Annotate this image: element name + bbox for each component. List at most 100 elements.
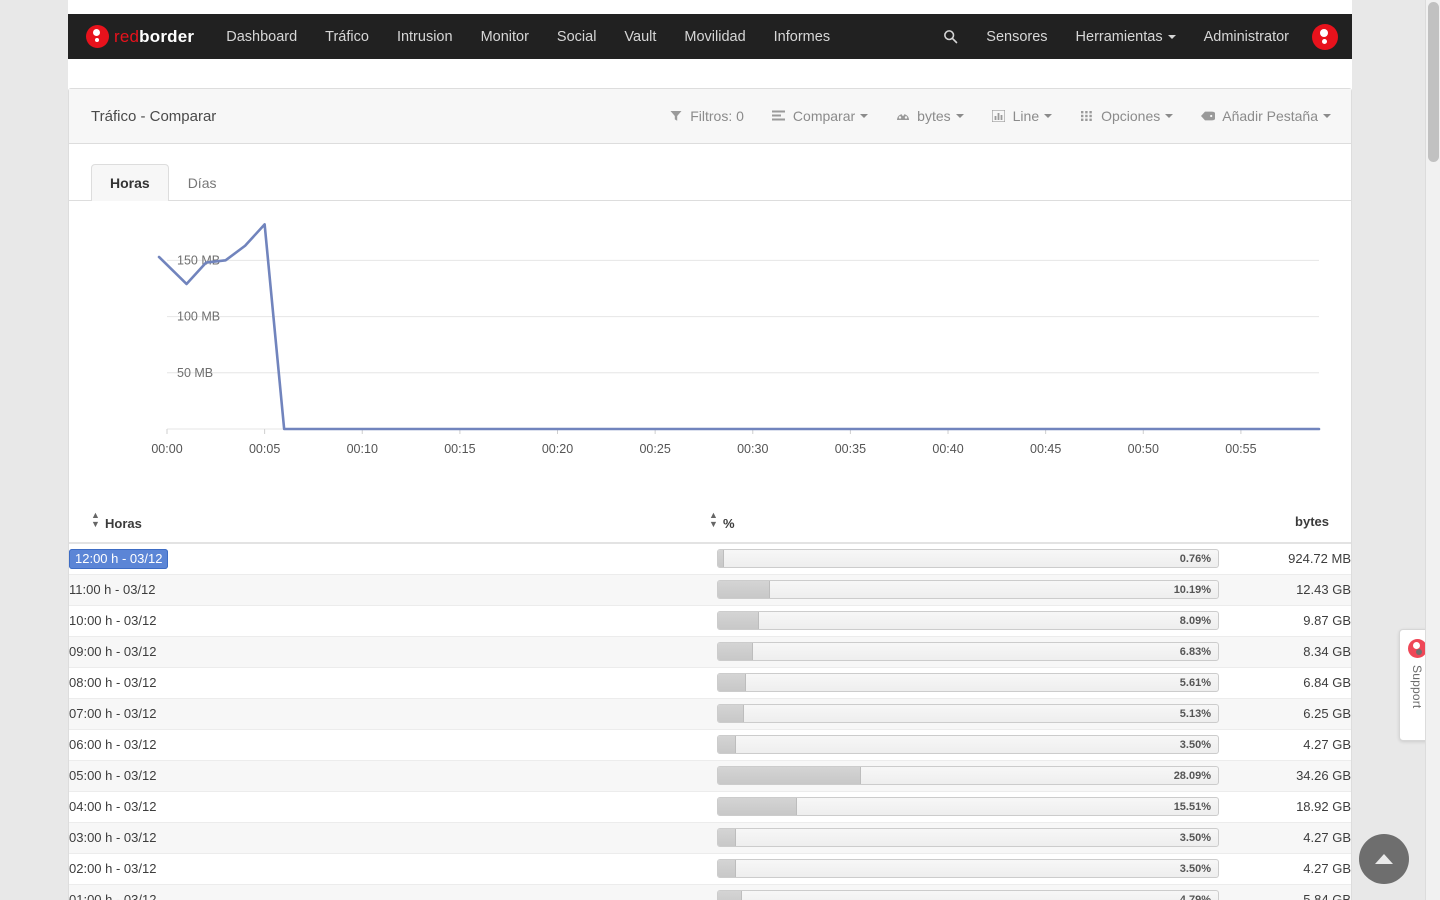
percent-bar-fill xyxy=(718,829,736,846)
percent-bar: 6.83% xyxy=(717,642,1219,661)
table-row[interactable]: 01:00 h - 03/12 4.79% 5.84 GB xyxy=(69,884,1351,900)
percent-bar: 15.51% xyxy=(717,797,1219,816)
filters-label: Filtros: 0 xyxy=(690,108,744,124)
nav-item-herramientas[interactable]: Herramientas xyxy=(1062,17,1190,57)
row-bytes-cell: 9.87 GB xyxy=(1219,605,1351,637)
table-row[interactable]: 09:00 h - 03/12 6.83% 8.34 GB xyxy=(69,636,1351,668)
column-header-horas-label: Horas xyxy=(105,516,142,531)
row-label-cell: 06:00 h - 03/12 xyxy=(69,729,709,761)
sort-icon: ▲ ▼ xyxy=(709,510,718,529)
row-label[interactable]: 11:00 h - 03/12 xyxy=(69,582,156,597)
row-label[interactable]: 01:00 h - 03/12 xyxy=(69,892,156,900)
table-row[interactable]: 02:00 h - 03/12 3.50% 4.27 GB xyxy=(69,853,1351,885)
row-label-cell: 05:00 h - 03/12 xyxy=(69,760,709,792)
chart-type-button[interactable]: Line xyxy=(992,108,1053,124)
x-axis-tick-label: 00:55 xyxy=(1225,442,1256,456)
nav-item-sensores[interactable]: Sensores xyxy=(972,17,1061,57)
filters-button[interactable]: Filtros: 0 xyxy=(669,108,744,124)
nav-item-social[interactable]: Social xyxy=(543,17,611,57)
chevron-down-icon xyxy=(1323,114,1331,118)
percent-bar-fill xyxy=(718,674,747,691)
row-label[interactable]: 02:00 h - 03/12 xyxy=(69,861,156,876)
page-scrollbar[interactable] xyxy=(1425,0,1440,900)
opciones-button[interactable]: Opciones xyxy=(1080,108,1174,124)
x-axis-tick-label: 00:35 xyxy=(835,442,866,456)
filter-icon xyxy=(669,109,683,123)
percent-bar: 5.61% xyxy=(717,673,1219,692)
grid-icon xyxy=(1080,109,1094,123)
row-label-cell: 10:00 h - 03/12 xyxy=(69,605,709,637)
nav-item-dashboard[interactable]: Dashboard xyxy=(212,17,311,57)
percent-bar: 28.09% xyxy=(717,766,1219,785)
x-axis-tick-label: 00:50 xyxy=(1128,442,1159,456)
x-axis-tick-label: 00:25 xyxy=(639,442,670,456)
nav-item-vault[interactable]: Vault xyxy=(610,17,670,57)
avatar[interactable] xyxy=(1312,23,1338,50)
scrollbar-thumb[interactable] xyxy=(1428,2,1439,162)
percent-bar: 10.19% xyxy=(717,580,1219,599)
row-label[interactable]: 05:00 h - 03/12 xyxy=(69,768,156,783)
triangle-up-icon xyxy=(1375,854,1393,864)
comparar-label: Comparar xyxy=(792,108,856,124)
percent-bar: 3.50% xyxy=(717,859,1219,878)
table-row[interactable]: 08:00 h - 03/12 5.61% 6.84 GB xyxy=(69,667,1351,699)
brand-name-red: red xyxy=(114,26,140,46)
table-row[interactable]: 12:00 h - 03/12 0.76% 924.72 MB xyxy=(69,543,1351,575)
row-percent-cell: 3.50% xyxy=(709,729,1219,761)
row-label[interactable]: 08:00 h - 03/12 xyxy=(69,675,156,690)
nav-item-monitor[interactable]: Monitor xyxy=(467,17,543,57)
period-tabs: Horas Días xyxy=(69,144,1351,201)
table-row[interactable]: 10:00 h - 03/12 8.09% 9.87 GB xyxy=(69,605,1351,637)
nav-item-movilidad[interactable]: Movilidad xyxy=(670,17,759,57)
row-label[interactable]: 03:00 h - 03/12 xyxy=(69,830,156,845)
row-bytes-cell: 4.27 GB xyxy=(1219,729,1351,761)
scroll-to-top-button[interactable] xyxy=(1359,834,1409,884)
column-header-horas[interactable]: ▲ ▼ Horas xyxy=(69,501,709,544)
row-label-selected[interactable]: 12:00 h - 03/12 xyxy=(69,548,169,569)
percent-value: 6.83% xyxy=(1179,646,1211,658)
nav-item-informes[interactable]: Informes xyxy=(760,17,844,57)
y-axis-tick-label: 150 MB xyxy=(177,253,220,267)
tab-horas[interactable]: Horas xyxy=(91,164,169,201)
tab-dias[interactable]: Días xyxy=(169,164,236,201)
table-row[interactable]: 07:00 h - 03/12 5.13% 6.25 GB xyxy=(69,698,1351,730)
table-row[interactable]: 04:00 h - 03/12 15.51% 18.92 GB xyxy=(69,791,1351,823)
percent-value: 3.50% xyxy=(1179,863,1211,875)
y-axis-tick-label: 50 MB xyxy=(177,366,213,380)
row-label-cell: 09:00 h - 03/12 xyxy=(69,636,709,668)
nav-item-administrator[interactable]: Administrator xyxy=(1190,17,1303,57)
units-label: bytes xyxy=(917,108,951,124)
column-header-percent[interactable]: ▲ ▼% xyxy=(709,501,1219,544)
nav-item-trafico[interactable]: Tráfico xyxy=(311,17,383,57)
row-label[interactable]: 06:00 h - 03/12 xyxy=(69,737,156,752)
traffic-line-chart[interactable]: 50 MB 100 MB 150 MB 00:00 00:05 00:10 00:15 00:… xyxy=(69,201,1351,501)
table-row[interactable]: 05:00 h - 03/12 28.09% 34.26 GB xyxy=(69,760,1351,792)
x-axis-tick-label: 00:40 xyxy=(932,442,963,456)
row-label[interactable]: 04:00 h - 03/12 xyxy=(69,799,156,814)
row-label-cell: 02:00 h - 03/12 xyxy=(69,853,709,885)
page-title: Tráfico - Comparar xyxy=(91,107,217,125)
row-percent-cell: 5.13% xyxy=(709,698,1219,730)
row-percent-cell: 28.09% xyxy=(709,760,1219,792)
nav-item-intrusion[interactable]: Intrusion xyxy=(383,17,467,57)
percent-bar-fill xyxy=(718,736,736,753)
search-icon[interactable] xyxy=(929,17,972,56)
row-label-cell: 07:00 h - 03/12 xyxy=(69,698,709,730)
row-bytes-cell: 4.27 GB xyxy=(1219,853,1351,885)
table-row[interactable]: 06:00 h - 03/12 3.50% 4.27 GB xyxy=(69,729,1351,761)
row-label[interactable]: 09:00 h - 03/12 xyxy=(69,644,156,659)
row-label[interactable]: 10:00 h - 03/12 xyxy=(69,613,156,628)
row-percent-cell: 10.19% xyxy=(709,574,1219,606)
table-row[interactable]: 11:00 h - 03/12 10.19% 12.43 GB xyxy=(69,574,1351,606)
brand-logo-link[interactable]: red border xyxy=(86,25,194,48)
comparar-button[interactable]: Comparar xyxy=(772,108,869,124)
row-label[interactable]: 07:00 h - 03/12 xyxy=(69,706,156,721)
units-button[interactable]: bytes xyxy=(896,108,964,124)
nav-right-group: Sensores Herramientas Administrator xyxy=(929,17,1338,57)
x-axis-tick-label: 00:20 xyxy=(542,442,573,456)
column-header-bytes[interactable]: bytes xyxy=(1219,501,1351,544)
row-bytes-cell: 924.72 MB xyxy=(1219,543,1351,575)
table-row[interactable]: 03:00 h - 03/12 3.50% 4.27 GB xyxy=(69,822,1351,854)
percent-bar: 5.13% xyxy=(717,704,1219,723)
anadir-pestana-button[interactable]: Añadir Pestaña xyxy=(1201,108,1331,124)
